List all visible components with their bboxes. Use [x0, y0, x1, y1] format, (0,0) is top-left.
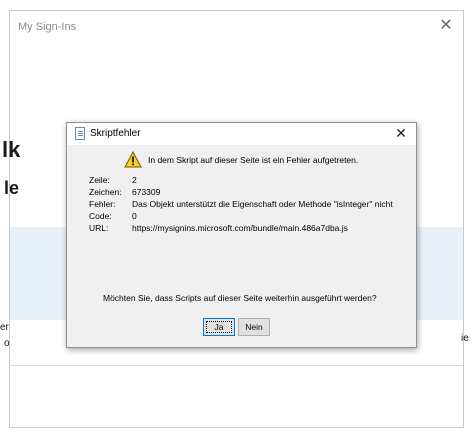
close-icon[interactable]: ✕	[392, 124, 410, 142]
detail-label-error: Fehler:	[89, 199, 116, 209]
detail-value-code: 0	[132, 211, 137, 221]
divider	[10, 365, 463, 366]
no-button[interactable]: Nein	[238, 318, 270, 336]
dialog-titlebar: Skriptfehler ✕	[67, 123, 416, 145]
outer-close-icon[interactable]: ✕	[435, 15, 457, 37]
script-error-dialog: Skriptfehler ✕ In dem Skript auf dieser …	[66, 122, 417, 348]
warning-icon	[124, 151, 142, 168]
detail-label-char: Zeichen:	[89, 187, 122, 197]
background-text-fragment: er	[0, 322, 9, 333]
continue-question: Möchten Sie, dass Scripts auf dieser Sei…	[103, 293, 377, 303]
detail-label-code: Code:	[89, 211, 112, 221]
background-text-fragment: o	[4, 338, 10, 349]
error-headline: In dem Skript auf dieser Seite ist ein F…	[148, 155, 359, 165]
background-heading-fragment: lk	[2, 137, 21, 162]
detail-value-char: 673309	[132, 187, 161, 197]
dialog-title: Skriptfehler	[90, 128, 141, 139]
outer-titlebar: My Sign-Ins ✕	[10, 11, 463, 45]
detail-value-url: https://mysignins.microsoft.com/bundle/m…	[132, 223, 348, 233]
background-subheading-fragment: le	[4, 178, 20, 198]
detail-value-line: 2	[132, 175, 137, 185]
detail-value-error: Das Objekt unterstützt die Eigenschaft o…	[132, 199, 393, 209]
yes-button[interactable]: Ja	[203, 318, 235, 336]
document-icon	[75, 127, 85, 140]
outer-window-title: My Sign-Ins	[18, 21, 77, 33]
detail-label-line: Zeile:	[89, 175, 110, 185]
detail-label-url: URL:	[89, 223, 109, 233]
background-text-fragment: ie	[461, 333, 469, 344]
